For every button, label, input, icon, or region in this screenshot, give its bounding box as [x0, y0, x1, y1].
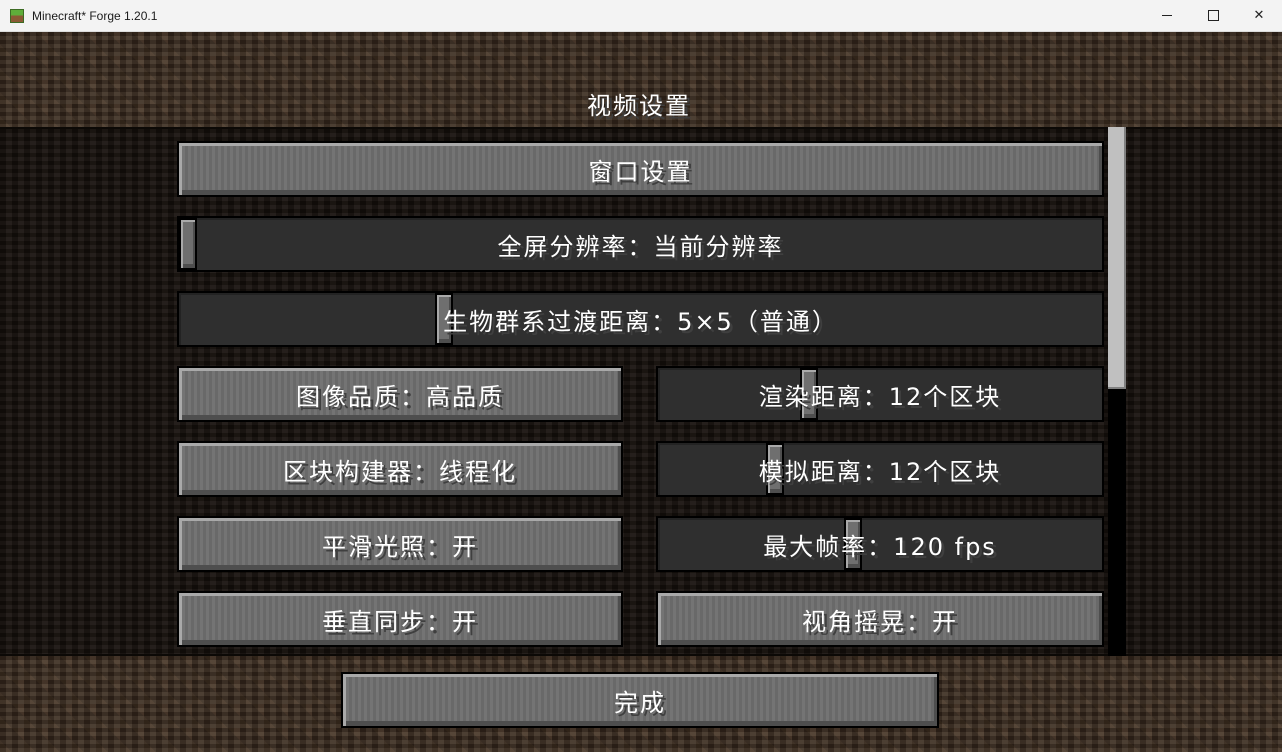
render-distance-label: 渲染距离：12个区块 [758, 382, 1002, 411]
graphics-quality-label: 图像品质：高品质 [296, 382, 504, 411]
fullscreen-resolution-slider[interactable]: 全屏分辨率：当前分辨率 [177, 216, 1104, 272]
maximize-button[interactable] [1190, 0, 1236, 31]
chunk-builder-label: 区块构建器：线程化 [283, 457, 517, 486]
smooth-lighting-button[interactable]: 平滑光照：开 [177, 516, 623, 572]
view-bobbing-button[interactable]: 视角摇晃：开 [656, 591, 1104, 647]
simulation-distance-slider[interactable]: 模拟距离：12个区块 [656, 441, 1104, 497]
screen-title: 视频设置 [587, 92, 691, 120]
vsync-label: 垂直同步：开 [322, 607, 478, 636]
window-titlebar: Minecraft* Forge 1.20.1 ✕ [0, 0, 1282, 32]
slider-knob[interactable] [179, 218, 197, 270]
close-button[interactable]: ✕ [1236, 0, 1282, 31]
window-title: Minecraft* Forge 1.20.1 [32, 8, 158, 23]
graphics-quality-button[interactable]: 图像品质：高品质 [177, 366, 623, 422]
window-settings-button[interactable]: 窗口设置 [177, 141, 1104, 197]
minimize-icon [1162, 15, 1172, 16]
biome-blend-label: 生物群系过渡距离：5×5（普通） [443, 307, 838, 336]
maximize-icon [1207, 10, 1219, 21]
biome-blend-slider[interactable]: 生物群系过渡距离：5×5（普通） [177, 291, 1104, 347]
close-icon: ✕ [1253, 8, 1265, 23]
simulation-distance-label: 模拟距离：12个区块 [758, 457, 1002, 486]
window-controls: ✕ [1144, 0, 1282, 31]
vsync-button[interactable]: 垂直同步：开 [177, 591, 623, 647]
render-distance-slider[interactable]: 渲染距离：12个区块 [656, 366, 1104, 422]
max-framerate-slider[interactable]: 最大帧率：120 fps [656, 516, 1104, 572]
scrollbar-thumb[interactable] [1108, 127, 1126, 389]
window-settings-label: 窗口设置 [588, 157, 693, 186]
fullscreen-resolution-label: 全屏分辨率：当前分辨率 [497, 232, 784, 261]
smooth-lighting-label: 平滑光照：开 [322, 532, 478, 561]
minimize-button[interactable] [1144, 0, 1190, 31]
done-button[interactable]: 完成 [341, 672, 939, 728]
view-bobbing-label: 视角摇晃：开 [802, 607, 958, 636]
minecraft-grass-block-icon [10, 8, 24, 23]
max-framerate-label: 最大帧率：120 fps [763, 532, 997, 561]
done-label: 完成 [614, 688, 666, 717]
chunk-builder-button[interactable]: 区块构建器：线程化 [177, 441, 623, 497]
